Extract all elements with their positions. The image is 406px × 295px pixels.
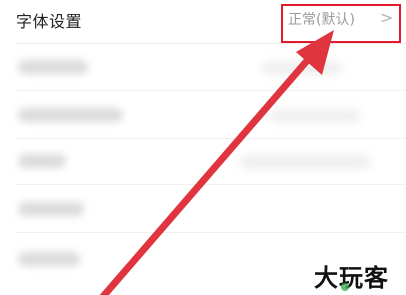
annotation-arrow — [99, 30, 334, 295]
watermark-logo: 大玩客 — [314, 263, 389, 292]
watermark-dot — [341, 283, 349, 291]
arrow-shaft — [99, 44, 322, 295]
